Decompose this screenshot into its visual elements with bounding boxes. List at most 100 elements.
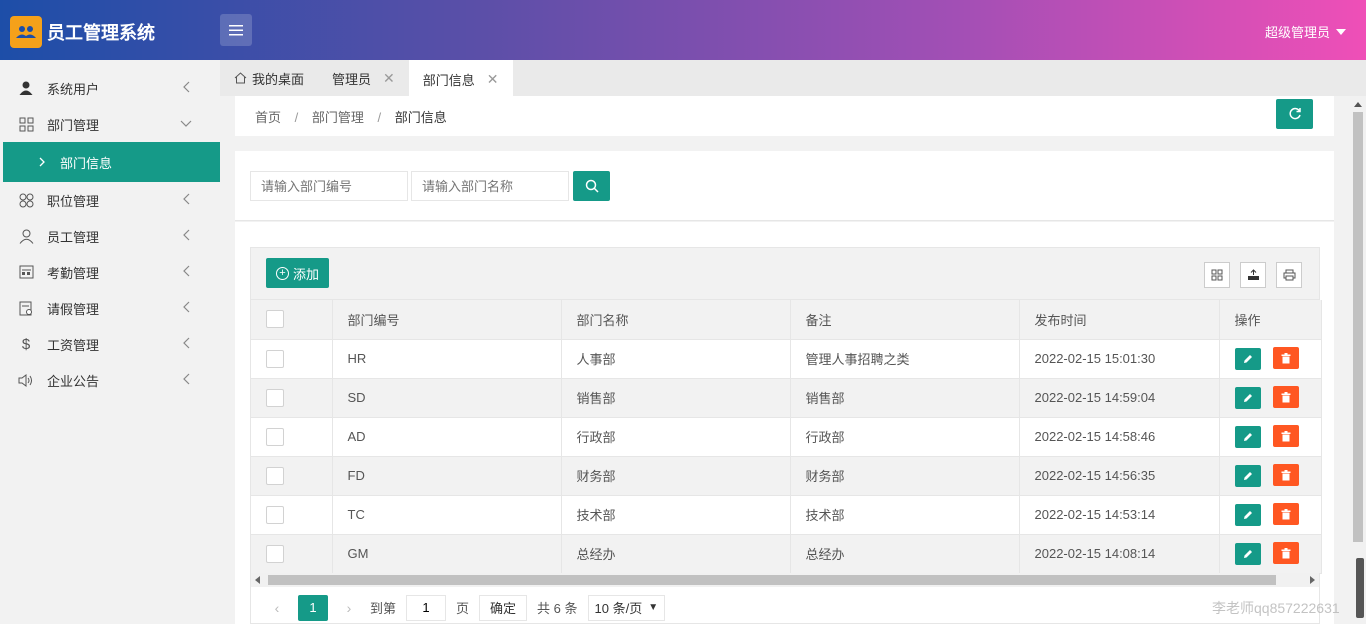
delete-button[interactable] — [1272, 425, 1299, 448]
tab-bar: 我的桌面 管理员 ✕ 部门信息 ✕ — [220, 60, 1366, 96]
cell-time: 2022-02-15 14:59:04 — [1019, 378, 1220, 418]
edit-button[interactable] — [1234, 347, 1261, 370]
confirm-page-button[interactable]: 确定 — [479, 594, 528, 621]
sidebar-item-department[interactable]: 部门管理 — [0, 106, 220, 142]
breadcrumb-current: 部门信息 — [394, 110, 447, 125]
trash-icon — [1281, 547, 1290, 559]
row-select-cell — [251, 417, 333, 457]
cell-actions — [1219, 378, 1322, 418]
delete-button[interactable] — [1272, 542, 1299, 565]
cell-name: 销售部 — [561, 378, 791, 418]
next-page-icon[interactable]: › — [338, 600, 360, 616]
delete-button[interactable] — [1272, 464, 1299, 487]
column-header-time[interactable]: 发布时间 — [1019, 300, 1220, 340]
row-select-cell — [251, 456, 333, 496]
delete-button[interactable] — [1272, 386, 1299, 409]
user-menu[interactable]: 超级管理员 — [1265, 22, 1346, 41]
select-all-cell — [251, 300, 333, 340]
columns-filter-button[interactable] — [1204, 262, 1230, 288]
chevron-right-icon — [39, 157, 45, 167]
edit-button[interactable] — [1234, 425, 1261, 448]
select-all-checkbox[interactable] — [266, 310, 284, 329]
pencil-icon — [1243, 549, 1252, 558]
sidebar-item-system-users[interactable]: 系统用户 — [0, 70, 220, 106]
cell-code: AD — [332, 417, 562, 457]
scroll-up-icon[interactable] — [1354, 102, 1362, 107]
row-checkbox[interactable] — [266, 505, 284, 524]
sidebar-item-announcement[interactable]: 企业公告 — [0, 362, 220, 398]
goto-page-input[interactable] — [406, 594, 447, 621]
pencil-icon — [1243, 510, 1252, 519]
pencil-icon — [1243, 393, 1252, 402]
cell-actions — [1219, 339, 1322, 379]
edit-button[interactable] — [1234, 503, 1261, 526]
tab-label: 部门信息 — [422, 72, 475, 88]
chevron-left-icon — [183, 373, 190, 385]
column-header-code[interactable]: 部门编号 — [332, 300, 562, 340]
column-header-name[interactable]: 部门名称 — [561, 300, 791, 340]
row-checkbox[interactable] — [266, 466, 284, 485]
scroll-right-icon[interactable] — [1310, 576, 1315, 584]
page-number-current[interactable]: 1 — [298, 594, 328, 621]
cell-name: 总经办 — [561, 534, 791, 574]
scroll-left-icon[interactable] — [255, 576, 260, 584]
pencil-icon — [1243, 354, 1252, 363]
scrollbar-thumb[interactable] — [268, 575, 1276, 585]
column-header-remark[interactable]: 备注 — [790, 300, 1020, 340]
refresh-button[interactable] — [1276, 99, 1313, 129]
close-icon[interactable]: ✕ — [487, 71, 499, 88]
sidebar-item-attendance[interactable]: 考勤管理 — [0, 254, 220, 290]
page-size-value: 10 条/页 — [594, 601, 643, 616]
sidebar-item-label: 职位管理 — [47, 193, 100, 209]
column-header-actions: 操作 — [1219, 300, 1322, 340]
search-button[interactable] — [573, 171, 610, 201]
department-name-input[interactable] — [411, 171, 569, 201]
tab-desktop[interactable]: 我的桌面 — [220, 60, 318, 96]
scrollbar-thumb[interactable] — [1353, 112, 1363, 542]
print-button[interactable] — [1276, 262, 1302, 288]
app-logo[interactable]: 员工管理系统 — [10, 16, 155, 48]
row-select-cell — [251, 378, 333, 418]
chevron-down-icon — [180, 120, 192, 127]
menu-toggle-button[interactable] — [220, 14, 252, 46]
side-widget[interactable] — [1356, 558, 1364, 618]
tab-department-info[interactable]: 部门信息 ✕ — [408, 60, 513, 96]
export-button[interactable] — [1240, 262, 1266, 288]
cell-actions — [1219, 534, 1322, 574]
close-icon[interactable]: ✕ — [383, 70, 395, 87]
row-checkbox[interactable] — [266, 388, 284, 407]
sidebar-item-label: 考勤管理 — [47, 265, 100, 281]
breadcrumb-home[interactable]: 首页 — [255, 110, 281, 125]
department-code-input[interactable] — [250, 171, 408, 201]
add-button[interactable]: + 添加 — [266, 258, 330, 288]
edit-button[interactable] — [1234, 386, 1261, 409]
delete-button[interactable] — [1272, 347, 1299, 370]
edit-button[interactable] — [1234, 542, 1261, 565]
edit-button[interactable] — [1234, 464, 1261, 487]
sidebar-item-salary[interactable]: $ 工资管理 — [0, 326, 220, 362]
cell-code: FD — [332, 456, 562, 496]
cell-remark: 财务部 — [790, 456, 1020, 496]
delete-button[interactable] — [1272, 503, 1299, 526]
sidebar-item-position[interactable]: 职位管理 — [0, 182, 220, 218]
sidebar-subitem-department-info[interactable]: 部门信息 — [3, 142, 220, 182]
chevron-left-icon — [183, 301, 190, 313]
row-checkbox[interactable] — [266, 427, 284, 446]
tab-admin[interactable]: 管理员 ✕ — [318, 60, 409, 96]
refresh-icon — [1288, 107, 1301, 120]
trash-icon — [1281, 469, 1290, 481]
page-size-select[interactable]: 10 条/页 ▼ — [587, 594, 666, 621]
horizontal-scrollbar[interactable] — [251, 573, 1319, 587]
vertical-scrollbar[interactable] — [1350, 96, 1366, 624]
sidebar-item-leave[interactable]: 请假管理 — [0, 290, 220, 326]
sidebar-item-label: 企业公告 — [47, 373, 100, 389]
sidebar-item-employee[interactable]: 员工管理 — [0, 218, 220, 254]
cell-time: 2022-02-15 14:53:14 — [1019, 495, 1220, 535]
row-checkbox[interactable] — [266, 544, 284, 563]
hamburger-icon — [229, 24, 243, 35]
prev-page-icon[interactable]: ‹ — [266, 600, 288, 616]
trash-icon — [1281, 508, 1290, 520]
breadcrumb: 首页 / 部门管理 / 部门信息 — [255, 107, 447, 126]
row-checkbox[interactable] — [266, 349, 284, 368]
breadcrumb-parent[interactable]: 部门管理 — [312, 110, 364, 125]
